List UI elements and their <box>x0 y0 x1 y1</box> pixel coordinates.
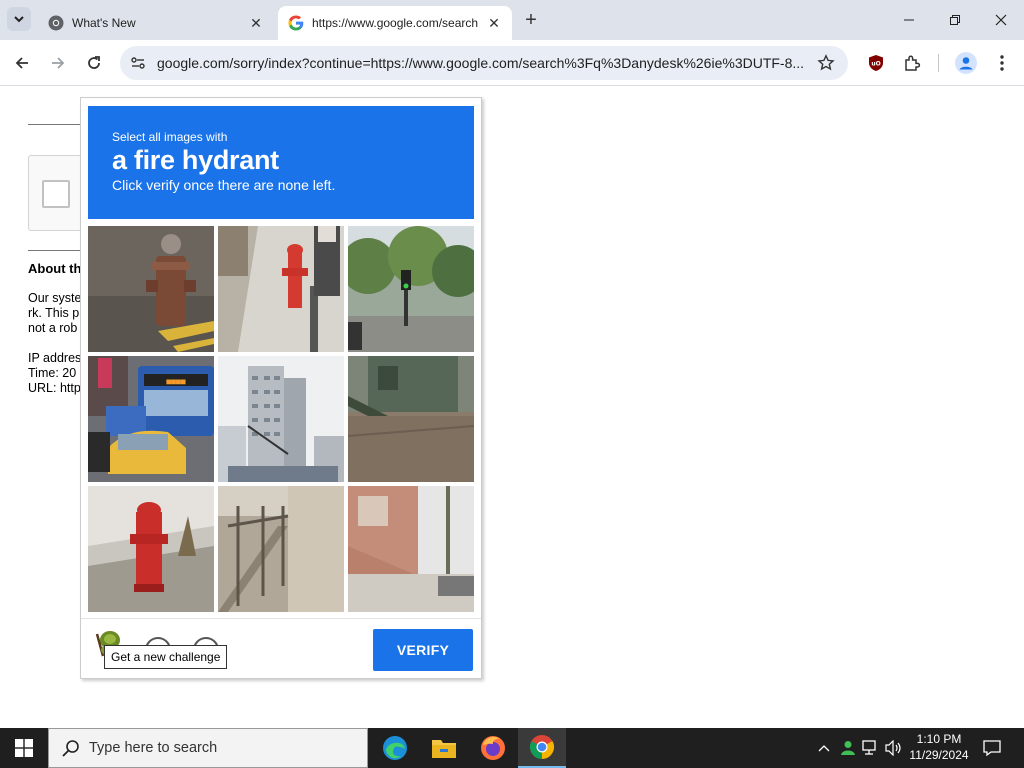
taskbar-search-box[interactable]: Type here to search <box>48 728 368 768</box>
tab-strip: What's New ✕ https://www.google.com/sear… <box>0 0 1024 40</box>
firefox-taskbar-icon[interactable] <box>469 728 517 768</box>
search-icon <box>62 740 79 757</box>
volume-icon[interactable] <box>884 738 904 758</box>
google-icon <box>288 15 304 31</box>
divider <box>28 124 88 125</box>
challenge-footer: Get a new challenge VERIFY <box>81 618 481 678</box>
windows-taskbar: Type here to search 1:10 PM 11/29/2024 <box>0 728 1024 768</box>
search-placeholder: Type here to search <box>89 740 218 756</box>
challenge-instructions: Select all images with a fire hydrant Cl… <box>88 106 474 219</box>
url-text: google.com/sorry/index?continue=https://… <box>157 55 805 71</box>
forward-button[interactable] <box>46 51 70 75</box>
browser-toolbar: google.com/sorry/index?continue=https://… <box>0 40 1024 86</box>
image-tile-2[interactable] <box>218 226 344 352</box>
forward-arrow-icon <box>52 57 65 69</box>
about-heading: About th <box>28 261 82 276</box>
image-tile-3[interactable] <box>348 226 474 352</box>
image-grid: ■■■■ <box>88 226 474 612</box>
verify-button[interactable]: VERIFY <box>373 629 473 671</box>
target-object-label: a fire hydrant <box>112 145 279 175</box>
image-tile-7[interactable] <box>88 486 214 612</box>
edge-taskbar-icon[interactable] <box>371 728 419 768</box>
windows-logo-icon <box>15 739 33 757</box>
address-bar[interactable]: google.com/sorry/index?continue=https://… <box>120 46 848 80</box>
ublock-extension-icon[interactable]: uO <box>864 51 888 75</box>
divider <box>28 250 88 251</box>
notification-icon[interactable] <box>980 736 1004 760</box>
new-challenge-tooltip: Get a new challenge <box>104 645 228 669</box>
image-tile-4[interactable]: ■■■■ <box>88 356 214 482</box>
recaptcha-checkbox[interactable] <box>42 180 70 208</box>
tab-title: What's New <box>72 16 136 30</box>
image-tile-1[interactable] <box>88 226 214 352</box>
chevron-down-icon <box>14 16 24 23</box>
reload-button[interactable] <box>82 51 106 75</box>
show-hidden-icons-chevron-icon[interactable] <box>814 738 834 758</box>
taskbar-clock[interactable]: 1:10 PM 11/29/2024 <box>904 731 974 763</box>
recaptcha-checkbox-widget <box>28 155 88 231</box>
back-button[interactable] <box>10 51 34 75</box>
restore-button[interactable] <box>943 8 967 32</box>
tab-title: https://www.google.com/search <box>312 16 479 30</box>
tab-search-button[interactable] <box>7 7 31 31</box>
clock-time: 1:10 PM <box>916 732 962 746</box>
instruction-line-1: Select all images with <box>112 130 228 144</box>
toolbar-divider <box>938 54 939 72</box>
instruction-line-3: Click verify once there are none left. <box>112 177 336 193</box>
site-info-icon[interactable] <box>128 53 148 73</box>
minimize-icon <box>904 19 914 21</box>
start-button[interactable] <box>0 728 48 768</box>
close-tab-icon[interactable]: ✕ <box>486 15 502 31</box>
svg-text:uO: uO <box>871 61 880 68</box>
recaptcha-challenge: Select all images with a fire hydrant Cl… <box>80 97 482 679</box>
file-explorer-taskbar-icon[interactable] <box>420 728 468 768</box>
svg-text:■■■■: ■■■■ <box>166 377 185 386</box>
chrome-icon <box>48 15 64 31</box>
minimize-button[interactable] <box>897 8 921 32</box>
tab-whats-new[interactable]: What's New ✕ <box>38 6 274 40</box>
image-tile-8[interactable] <box>218 486 344 612</box>
extensions-puzzle-icon[interactable] <box>900 51 924 75</box>
close-window-button[interactable] <box>989 8 1013 32</box>
profile-avatar-icon[interactable] <box>954 51 978 75</box>
image-tile-6[interactable] <box>348 356 474 482</box>
about-text: Our syste rk. This p not a rob IP addres… <box>28 291 82 395</box>
chrome-taskbar-icon[interactable] <box>518 728 566 768</box>
clock-date: 11/29/2024 <box>909 748 969 762</box>
back-arrow-icon <box>15 57 28 69</box>
restore-icon <box>950 15 960 25</box>
tab-google-search[interactable]: https://www.google.com/search ✕ <box>278 6 512 40</box>
user-tray-icon[interactable] <box>838 738 858 758</box>
close-icon <box>995 14 1007 26</box>
image-tile-5[interactable] <box>218 356 344 482</box>
image-tile-9[interactable] <box>348 486 474 612</box>
menu-kebab-icon[interactable] <box>990 51 1014 75</box>
close-tab-icon[interactable]: ✕ <box>248 15 264 31</box>
reload-icon <box>88 56 100 69</box>
network-icon[interactable] <box>861 738 881 758</box>
bookmark-star-icon[interactable] <box>816 53 836 73</box>
new-tab-button[interactable]: + <box>520 10 542 32</box>
